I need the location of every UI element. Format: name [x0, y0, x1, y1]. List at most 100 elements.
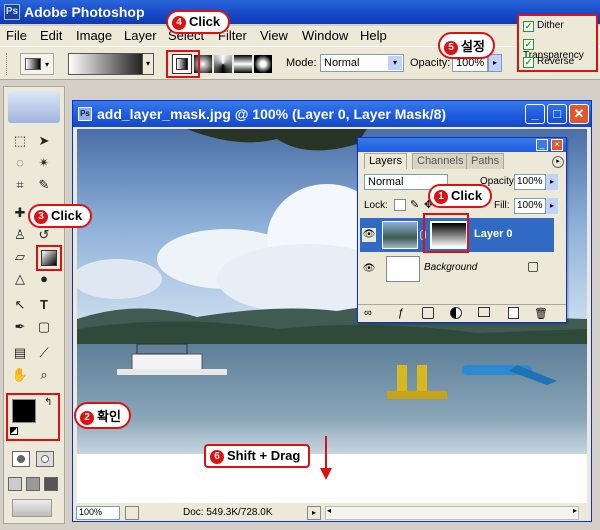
- gradient-tool-icon[interactable]: [41, 250, 57, 266]
- angle-gradient-button[interactable]: [214, 55, 232, 73]
- shape-tool-icon[interactable]: ▢: [34, 317, 54, 337]
- layer-row-background[interactable]: 👁 Background: [360, 254, 554, 284]
- reverse-checkbox[interactable]: ✓ Reverse: [523, 56, 574, 68]
- menu-layer[interactable]: Layer: [124, 28, 157, 43]
- reflected-gradient-button[interactable]: [234, 55, 252, 73]
- gradient-tool-icon: [25, 58, 41, 70]
- healing-brush-tool-icon[interactable]: ✚: [10, 203, 30, 223]
- zoom-field[interactable]: 100%: [76, 506, 120, 520]
- callout-text: Click: [451, 188, 483, 203]
- callout-step-1: 1 Click: [428, 184, 493, 208]
- layer-0-name[interactable]: Layer 0: [474, 228, 513, 240]
- magic-wand-tool-icon[interactable]: ✴: [34, 153, 54, 173]
- notes-tool-icon[interactable]: ▤: [10, 343, 30, 363]
- diamond-gradient-button[interactable]: [254, 55, 272, 73]
- close-button[interactable]: ✕: [569, 104, 589, 124]
- crop-tool-icon[interactable]: ⌗: [10, 175, 30, 195]
- layer-mask-highlight: [423, 213, 469, 253]
- history-brush-tool-icon[interactable]: ↺: [34, 225, 54, 245]
- background-layer-name[interactable]: Background: [424, 262, 477, 273]
- jump-to-imageready-icon[interactable]: [12, 499, 52, 517]
- layer-style-icon[interactable]: ƒ: [398, 307, 404, 319]
- maximize-button[interactable]: □: [547, 104, 567, 124]
- panel-minimize-icon[interactable]: _: [536, 139, 548, 151]
- lock-pixels-icon[interactable]: ✎: [410, 198, 419, 211]
- gradient-tool-highlight: [36, 245, 62, 271]
- scroll-right-icon[interactable]: ▸: [569, 506, 581, 520]
- status-icon[interactable]: [125, 506, 139, 520]
- swap-colors-icon[interactable]: ↰: [44, 397, 52, 408]
- quick-mask-icon: [41, 455, 49, 463]
- mode-select[interactable]: Normal ▾: [320, 54, 404, 72]
- eye-icon[interactable]: 👁: [362, 228, 376, 242]
- callout-step-3: 3 Click: [28, 204, 93, 228]
- standard-mode-button[interactable]: [12, 451, 30, 467]
- dodge-tool-icon[interactable]: ●: [34, 269, 54, 289]
- tab-layers[interactable]: Layers: [364, 153, 408, 169]
- screen-mode-full-menu-icon[interactable]: [26, 477, 40, 491]
- layers-panel-titlebar: _ ✕: [358, 138, 566, 152]
- hand-tool-icon[interactable]: ✋: [10, 365, 30, 385]
- quick-mask-button[interactable]: [36, 451, 54, 467]
- new-layer-icon[interactable]: [508, 307, 519, 319]
- eye-icon[interactable]: 👁: [362, 262, 376, 276]
- folder-icon[interactable]: [478, 307, 490, 317]
- slice-tool-icon[interactable]: ✎: [34, 175, 54, 195]
- scroll-left-icon[interactable]: ◂: [323, 506, 335, 520]
- tab-paths[interactable]: Paths: [466, 153, 505, 169]
- menu-view[interactable]: View: [260, 28, 288, 43]
- callout-step-2: 2 확인: [74, 402, 131, 429]
- options-grip[interactable]: [6, 53, 9, 75]
- fill-input[interactable]: 100%: [514, 198, 546, 214]
- gradient-options-box: ✓ Dither ✓Transparency ✓ Reverse: [517, 14, 598, 72]
- screen-mode-standard-icon[interactable]: [8, 477, 22, 491]
- menu-window[interactable]: Window: [302, 28, 348, 43]
- marquee-tool-icon[interactable]: ⬚: [10, 131, 30, 151]
- move-tool-icon[interactable]: ➤: [34, 131, 54, 151]
- trash-icon[interactable]: 🗑: [534, 307, 548, 320]
- gradient-type-highlight: [166, 50, 200, 78]
- blend-mode-value: Normal: [368, 176, 404, 188]
- adjustment-layer-icon[interactable]: [450, 307, 462, 319]
- blur-tool-icon[interactable]: △: [10, 269, 30, 289]
- panel-close-icon[interactable]: ✕: [551, 139, 563, 151]
- status-menu-arrow-icon[interactable]: ▸: [307, 506, 321, 520]
- background-thumbnail[interactable]: [386, 256, 420, 282]
- minimize-button[interactable]: _: [525, 104, 545, 124]
- layer-0-thumbnail[interactable]: [382, 221, 418, 249]
- tab-channels[interactable]: Channels: [412, 153, 469, 169]
- menu-help[interactable]: Help: [360, 28, 387, 43]
- fill-arrow-icon[interactable]: ▸: [546, 198, 558, 214]
- menu-edit[interactable]: Edit: [40, 28, 62, 43]
- screen-mode-full-icon[interactable]: [44, 477, 58, 491]
- foreground-color-swatch[interactable]: [12, 399, 36, 423]
- link-layers-icon[interactable]: ∞: [364, 307, 372, 319]
- menu-file[interactable]: File: [6, 28, 27, 43]
- pen-tool-icon[interactable]: ✒: [10, 317, 30, 337]
- gradient-dropdown-arrow-icon[interactable]: ▾: [142, 53, 154, 75]
- document-title: add_layer_mask.jpg @ 100% (Layer 0, Laye…: [97, 106, 447, 122]
- eyedropper-tool-icon[interactable]: ⟋: [34, 343, 54, 363]
- horizontal-scrollbar[interactable]: [325, 506, 579, 520]
- panel-menu-arrow-icon[interactable]: ▸: [552, 156, 564, 168]
- add-mask-icon[interactable]: [422, 307, 434, 319]
- dither-checkbox[interactable]: ✓ Dither: [523, 20, 564, 32]
- layer-opacity-input[interactable]: 100%: [514, 174, 546, 190]
- layer-opacity-arrow-icon[interactable]: ▸: [546, 174, 558, 190]
- opacity-slider-arrow-icon[interactable]: ▸: [488, 54, 502, 72]
- callout-text: Shift + Drag: [227, 448, 301, 463]
- step-number: 2: [80, 411, 94, 425]
- reverse-label: Reverse: [537, 56, 575, 67]
- zoom-tool-icon[interactable]: ⌕: [34, 365, 54, 385]
- lock-transparent-icon[interactable]: [394, 199, 406, 211]
- feather-logo-icon: [8, 91, 60, 123]
- menu-image[interactable]: Image: [76, 28, 112, 43]
- clone-stamp-tool-icon[interactable]: ♙: [10, 225, 30, 245]
- type-tool-icon[interactable]: T: [34, 295, 54, 315]
- eraser-tool-icon[interactable]: ▱: [10, 247, 30, 267]
- default-colors-icon[interactable]: [10, 427, 18, 435]
- path-selection-tool-icon[interactable]: ↖: [10, 295, 30, 315]
- tool-preset-picker[interactable]: ▾: [20, 53, 54, 75]
- status-bar: 100% Doc: 549.3K/728.0K ▸ ◂ ▸: [73, 505, 591, 521]
- lasso-tool-icon[interactable]: ◌: [10, 153, 30, 173]
